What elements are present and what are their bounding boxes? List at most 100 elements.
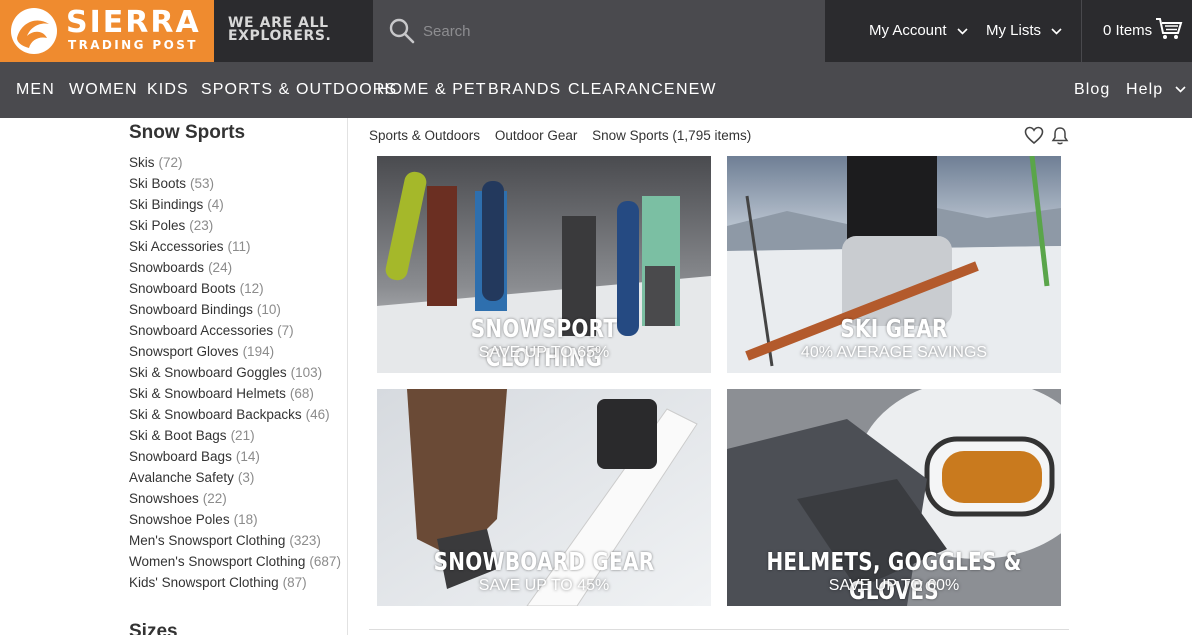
sidebar-item-count: (24) — [208, 260, 233, 275]
sidebar-item-count: (21) — [230, 428, 255, 443]
sidebar-item-label: Snowboard Accessories — [129, 323, 274, 338]
sidebar-item-label: Ski & Boot Bags — [129, 428, 227, 443]
tile-subtitle: 40% AVERAGE SAVINGS — [800, 344, 988, 361]
nav-home-pet[interactable]: HOME & PET — [377, 62, 487, 118]
promo-tile-snowboard-gear[interactable]: SNOWBOARD GEAR SAVE UP TO 45% — [377, 389, 711, 606]
promo-tile-snowsport-clothing[interactable]: SNOWSPORT CLOTHING SAVE UP TO 65% — [377, 156, 711, 373]
sidebar-item-count: (3) — [237, 470, 255, 485]
cart-icon[interactable] — [1155, 17, 1183, 41]
sidebar-item-label: Ski Bindings — [129, 197, 204, 212]
sidebar-item-count: (11) — [227, 239, 251, 254]
sidebar-item[interactable]: Men's Snowsport Clothing (323) — [129, 530, 341, 551]
sidebar-item[interactable]: Women's Snowsport Clothing (687) — [129, 551, 341, 572]
logo-subtitle: TRADING POST — [68, 38, 198, 52]
bell-icon[interactable] — [1051, 126, 1069, 146]
sidebar-item-label: Snowboard Boots — [129, 281, 236, 296]
breadcrumb-item[interactable]: Sports & Outdoors — [369, 128, 480, 143]
sidebar-item[interactable]: Ski & Snowboard Goggles (103) — [129, 362, 341, 383]
sidebar-item-label: Men's Snowsport Clothing — [129, 533, 286, 548]
promo-tile-ski-gear[interactable]: SKI GEAR 40% AVERAGE SAVINGS — [727, 156, 1061, 373]
sidebar-item-label: Avalanche Safety — [129, 470, 234, 485]
nav-help[interactable]: Help — [1126, 62, 1186, 118]
sidebar-item[interactable]: Ski Accessories (11) — [129, 236, 341, 257]
sidebar-item-count: (687) — [309, 554, 341, 569]
sidebar-item[interactable]: Ski & Boot Bags (21) — [129, 425, 341, 446]
my-lists-menu[interactable]: My Lists — [986, 0, 1062, 62]
sidebar-item[interactable]: Snowboard Boots (12) — [129, 278, 341, 299]
sidebar: Snow Sports Skis (72) Ski Boots (53) Ski B… — [0, 118, 348, 635]
logo-swirl-icon — [11, 8, 57, 54]
chevron-down-icon — [957, 27, 968, 35]
sidebar-item-label: Ski Poles — [129, 218, 186, 233]
main-nav: MEN WOMEN KIDS SPORTS & OUTDOORS HOME & … — [0, 62, 1192, 118]
nav-help-label: Help — [1126, 81, 1164, 98]
sidebar-title: Snow Sports — [129, 122, 246, 143]
sidebar-item-count: (12) — [239, 281, 264, 296]
sidebar-item[interactable]: Kids' Snowsport Clothing (87) — [129, 572, 341, 593]
search-input[interactable] — [423, 16, 803, 46]
sidebar-item[interactable]: Ski Bindings (4) — [129, 194, 341, 215]
sidebar-item-count: (46) — [305, 407, 330, 422]
nav-kids[interactable]: KIDS — [147, 62, 189, 118]
my-account-label: My Account — [869, 22, 947, 39]
sidebar-item[interactable]: Ski Poles (23) — [129, 215, 341, 236]
sidebar-item-count: (194) — [242, 344, 275, 359]
sidebar-item-label: Snowboard Bags — [129, 449, 232, 464]
divider — [369, 629, 1069, 630]
tile-title: SNOWBOARD GEAR — [433, 547, 655, 576]
chevron-down-icon — [1051, 27, 1062, 35]
sidebar-item-count: (72) — [158, 155, 183, 170]
promo-tile-helmets-goggles-gloves[interactable]: HELMETS, GOGGLES & GLOVES SAVE UP TO 60% — [727, 389, 1061, 606]
nav-sports-outdoors[interactable]: SPORTS & OUTDOORS — [201, 62, 397, 118]
nav-new[interactable]: NEW — [676, 62, 717, 118]
category-list: Skis (72) Ski Boots (53) Ski Bindings (4) S… — [129, 152, 341, 593]
cart-count[interactable]: 0 Items — [1103, 0, 1152, 62]
sidebar-item-count: (7) — [277, 323, 294, 338]
sidebar-item-count: (87) — [282, 575, 307, 590]
sidebar-item-label: Ski & Snowboard Goggles — [129, 365, 287, 380]
tagline-line2: EXPLORERS. — [228, 28, 332, 44]
sidebar-item-count: (23) — [189, 218, 214, 233]
sidebar-item[interactable]: Snowboard Bindings (10) — [129, 299, 341, 320]
divider — [1081, 0, 1082, 62]
sidebar-item[interactable]: Snowsport Gloves (194) — [129, 341, 341, 362]
nav-brands[interactable]: BRANDS — [488, 62, 561, 118]
nav-clearance[interactable]: CLEARANCE — [568, 62, 676, 118]
heart-icon[interactable] — [1024, 126, 1044, 145]
sidebar-item[interactable]: Snowshoes (22) — [129, 488, 341, 509]
tagline: WE ARE ALL EXPLORERS. — [228, 16, 358, 44]
sidebar-item-label: Ski Boots — [129, 176, 187, 191]
my-account-menu[interactable]: My Account — [869, 0, 968, 62]
breadcrumb-item[interactable]: Outdoor Gear — [495, 128, 578, 143]
sidebar-item[interactable]: Ski Boots (53) — [129, 173, 341, 194]
sidebar-item-count: (4) — [207, 197, 224, 212]
sidebar-item[interactable]: Avalanche Safety (3) — [129, 467, 341, 488]
sidebar-item[interactable]: Snowboard Accessories (7) — [129, 320, 341, 341]
sidebar-item-label: Kids' Snowsport Clothing — [129, 575, 279, 590]
chevron-down-icon — [1175, 86, 1186, 93]
tile-subtitle: SAVE UP TO 65% — [478, 344, 610, 361]
sidebar-item[interactable]: Ski & Snowboard Backpacks (46) — [129, 404, 341, 425]
sidebar-item[interactable]: Snowboard Bags (14) — [129, 446, 341, 467]
sidebar-item-count: (323) — [289, 533, 321, 548]
search-icon[interactable] — [389, 18, 415, 44]
sidebar-item-label: Snowshoes — [129, 491, 199, 506]
sidebar-item-label: Ski Accessories — [129, 239, 224, 254]
sidebar-item[interactable]: Snowshoe Poles (18) — [129, 509, 341, 530]
sidebar-item[interactable]: Skis (72) — [129, 152, 341, 173]
sidebar-item-label: Snowboard Bindings — [129, 302, 253, 317]
nav-women[interactable]: WOMEN — [69, 62, 138, 118]
sidebar-item-label: Skis — [129, 155, 155, 170]
sidebar-item-label: Ski & Snowboard Helmets — [129, 386, 286, 401]
nav-men[interactable]: MEN — [16, 62, 55, 118]
logo[interactable]: SIERRA TRADING POST — [0, 0, 214, 62]
sidebar-item-count: (53) — [190, 176, 215, 191]
sidebar-item-count: (18) — [233, 512, 258, 527]
sidebar-item[interactable]: Snowboards (24) — [129, 257, 341, 278]
breadcrumb-current: Snow Sports (1,795 items) — [592, 128, 752, 143]
nav-blog[interactable]: Blog — [1074, 62, 1110, 118]
sidebar-item-label: Snowshoe Poles — [129, 512, 230, 527]
breadcrumb: Sports & Outdoors Outdoor Gear Snow Spor… — [369, 128, 762, 143]
sidebar-item[interactable]: Ski & Snowboard Helmets (68) — [129, 383, 341, 404]
sidebar-item-label: Ski & Snowboard Backpacks — [129, 407, 302, 422]
